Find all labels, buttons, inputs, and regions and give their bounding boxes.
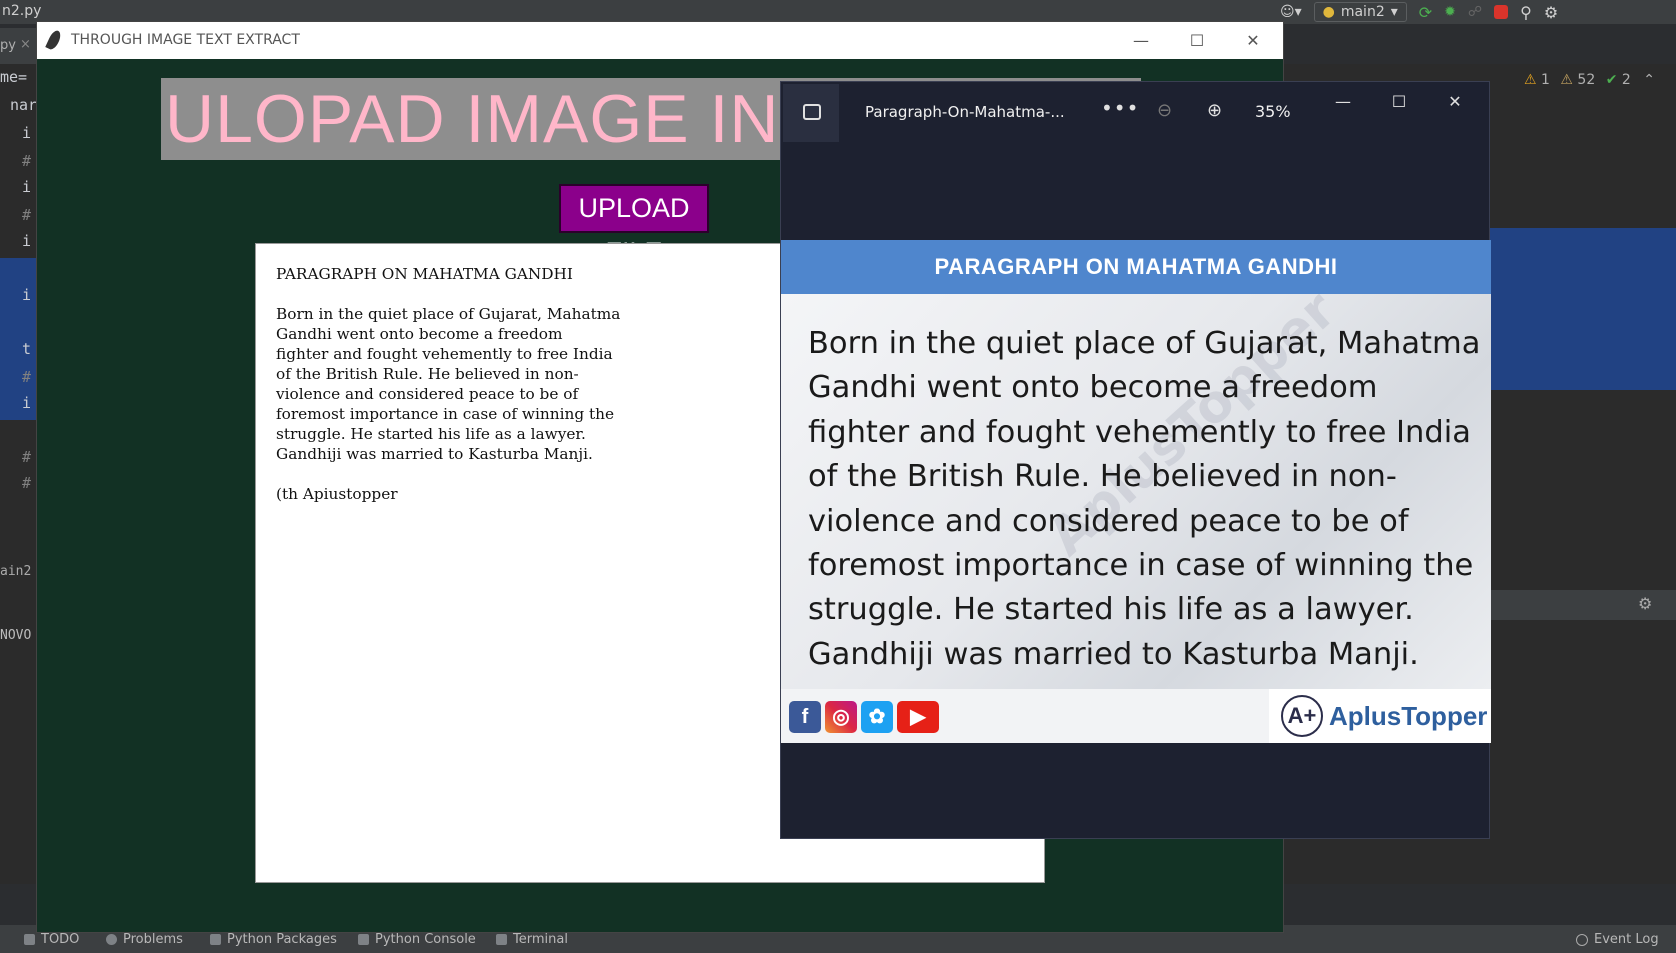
user-icon[interactable]: ☺▾ (1280, 4, 1302, 20)
code-line[interactable]: i (22, 124, 31, 142)
run-panel-header: ⚙ (1490, 590, 1676, 620)
feather-icon (45, 28, 63, 52)
coverage-icon[interactable]: ☍ (1468, 4, 1482, 20)
python-packages-label: Python Packages (227, 932, 337, 947)
python-icon (358, 934, 369, 945)
selection-highlight (1490, 228, 1676, 390)
image-heading: PARAGRAPH ON MAHATMA GANDHI (781, 240, 1491, 294)
ide-filename: n2.py (2, 3, 42, 19)
rerun-icon[interactable]: ⟳ (1419, 3, 1432, 22)
console-output: NOVO (0, 628, 32, 643)
weak-warning-count: 52 (1577, 72, 1596, 88)
gear-icon[interactable]: ⚙ (1544, 3, 1558, 22)
code-line[interactable]: i (22, 286, 31, 304)
terminal-label: Terminal (513, 932, 568, 947)
code-line[interactable]: # (22, 474, 31, 492)
window-title: THROUGH IMAGE TEXT EXTRACT (71, 32, 300, 48)
branch-label: main2 (1340, 4, 1385, 20)
code-line[interactable]: # (22, 448, 31, 466)
photo-viewer-window: Paragraph-On-Mahatma-... ••• ⊖ ⊕ 35% — ☐… (780, 81, 1491, 839)
viewer-toolbar: Paragraph-On-Mahatma-... ••• ⊖ ⊕ 35% — ☐… (781, 82, 1489, 142)
debug-icon[interactable]: ✹ (1444, 4, 1456, 20)
search-icon[interactable]: ⚲ (1520, 3, 1532, 22)
ide-toolbar: ☺▾ ● main2 ▾ ⟳ ✹ ☍ ⚲ ⚙ (1280, 2, 1558, 22)
image-body: AplusTopper Born in the quiet place of G… (781, 280, 1491, 689)
warning-icon: ⚠ (1560, 72, 1573, 88)
terminal-tab[interactable]: Terminal (496, 932, 568, 947)
ide-tab-bar: py × (0, 28, 40, 64)
image-footer: f ◎ ✿ ▶ A+ AplusTopper (781, 689, 1491, 743)
problems-icon (106, 934, 117, 945)
inspection-widget[interactable]: ⚠ 1 ⚠ 52 ✔ 2 ⌃ (1524, 72, 1655, 88)
warning-count: 1 (1541, 72, 1550, 88)
event-log-tab[interactable]: Event Log (1576, 932, 1659, 947)
layers-icon (210, 934, 221, 945)
python-console-tab[interactable]: Python Console (358, 932, 476, 947)
upload-file-button[interactable]: UPLOAD FILE (559, 184, 709, 267)
code-line[interactable]: me= (0, 68, 27, 86)
extracted-text: PARAGRAPH ON MAHATMA GANDHI Born in the … (276, 265, 621, 503)
code-line[interactable]: # (22, 206, 31, 224)
aplus-logo-icon: A+ (1281, 695, 1323, 737)
gear-icon[interactable]: ⚙ (1638, 594, 1652, 613)
close-icon[interactable]: ✕ (1243, 31, 1263, 51)
code-line[interactable]: i (22, 178, 31, 196)
warning-icon: ⚠ (1524, 72, 1537, 88)
facebook-icon: f (789, 701, 821, 733)
displayed-image[interactable]: PARAGRAPH ON MAHATMA GANDHI AplusTopper … (781, 240, 1491, 743)
check-icon: ✔ (1605, 72, 1618, 88)
chevron-up-icon[interactable]: ⌃ (1643, 72, 1655, 88)
close-icon[interactable]: × (20, 37, 31, 52)
list-icon (24, 934, 35, 945)
maximize-icon[interactable]: ☐ (1387, 90, 1411, 114)
brand-name: AplusTopper (1329, 701, 1488, 731)
instagram-icon: ◎ (825, 701, 857, 733)
more-options-button[interactable]: ••• (1101, 96, 1139, 120)
terminal-icon (496, 934, 507, 945)
problems-label: Problems (123, 932, 183, 947)
python-icon: ● (1322, 4, 1335, 20)
stop-icon[interactable] (1494, 5, 1509, 19)
heading-text: ULOPAD IMAGE IN I (165, 81, 820, 157)
event-log-label: Event Log (1594, 932, 1659, 947)
minimize-icon[interactable]: — (1331, 90, 1355, 114)
file-title: Paragraph-On-Mahatma-... (865, 103, 1065, 121)
image-paragraph: Born in the quiet place of Gujarat, Maha… (808, 326, 1481, 672)
image-icon (803, 104, 821, 120)
code-line[interactable]: i (22, 232, 31, 250)
run-tab[interactable]: ain2 (0, 564, 31, 579)
window-title-bar[interactable]: THROUGH IMAGE TEXT EXTRACT — ☐ ✕ (37, 22, 1283, 59)
twitter-icon: ✿ (861, 701, 893, 733)
typo-count: 2 (1621, 72, 1631, 88)
python-packages-tab[interactable]: Python Packages (210, 932, 337, 947)
zoom-out-icon[interactable]: ⊖ (1157, 100, 1172, 121)
zoom-level: 35% (1255, 102, 1291, 121)
code-line[interactable]: i (22, 394, 31, 412)
problems-tab[interactable]: Problems (106, 932, 183, 947)
todo-tab[interactable]: TODO (24, 932, 79, 947)
editor-tab[interactable]: py (0, 38, 16, 53)
gallery-button[interactable] (783, 84, 839, 142)
chevron-down-icon: ▾ (1390, 4, 1398, 20)
code-line[interactable]: nar (10, 96, 37, 114)
branch-selector[interactable]: ● main2 ▾ (1313, 2, 1407, 22)
code-line[interactable]: # (22, 152, 31, 170)
youtube-icon: ▶ (897, 701, 939, 733)
code-line[interactable]: t (22, 340, 31, 358)
code-line[interactable]: # (22, 368, 31, 386)
brand-logo: A+ AplusTopper (1269, 689, 1491, 743)
python-console-label: Python Console (375, 932, 476, 947)
event-log-icon (1576, 933, 1588, 946)
maximize-icon[interactable]: ☐ (1187, 31, 1207, 51)
todo-label: TODO (41, 932, 80, 947)
minimize-icon[interactable]: — (1131, 31, 1151, 51)
close-icon[interactable]: ✕ (1443, 90, 1467, 114)
zoom-in-icon[interactable]: ⊕ (1207, 100, 1222, 121)
